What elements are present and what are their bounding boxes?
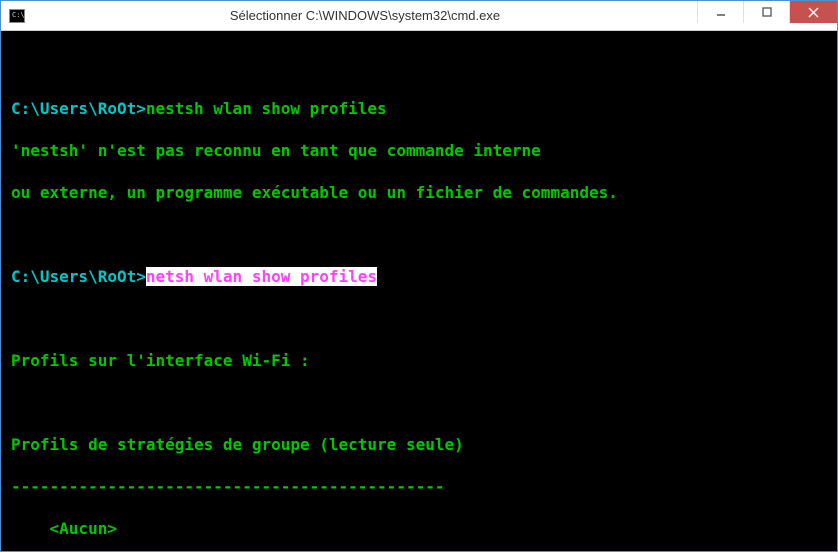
close-button[interactable] xyxy=(789,1,837,23)
command-text: nestsh wlan show profiles xyxy=(146,99,387,118)
terminal-line: Profils de stratégies de groupe (lecture… xyxy=(11,434,827,455)
cmd-icon: C:\ xyxy=(9,9,25,23)
window-controls xyxy=(697,1,837,30)
maximize-button[interactable] xyxy=(743,1,789,23)
prompt: C:\Users\RoOt> xyxy=(11,99,146,118)
terminal-line: <Aucun> xyxy=(11,518,827,539)
terminal-line: Profils sur l'interface Wi-Fi : xyxy=(11,350,827,371)
titlebar[interactable]: C:\ Sélectionner C:\WINDOWS\system32\cmd… xyxy=(1,1,837,31)
prompt: C:\Users\RoOt> xyxy=(11,267,146,286)
cmd-window: C:\ Sélectionner C:\WINDOWS\system32\cmd… xyxy=(0,0,838,552)
selected-command[interactable]: netsh wlan show profiles xyxy=(146,267,377,286)
terminal-line: 'nestsh' n'est pas reconnu en tant que c… xyxy=(11,140,827,161)
terminal-line: ou externe, un programme exécutable ou u… xyxy=(11,182,827,203)
terminal-area[interactable]: C:\Users\RoOt>nestsh wlan show profiles … xyxy=(1,31,837,551)
terminal-line: C:\Users\RoOt>netsh wlan show profiles xyxy=(11,266,827,287)
minimize-button[interactable] xyxy=(697,1,743,23)
window-title: Sélectionner C:\WINDOWS\system32\cmd.exe xyxy=(33,8,697,23)
terminal-line: ----------------------------------------… xyxy=(11,476,827,497)
terminal-line: C:\Users\RoOt>nestsh wlan show profiles xyxy=(11,98,827,119)
cmd-icon-text: C:\ xyxy=(12,12,25,19)
